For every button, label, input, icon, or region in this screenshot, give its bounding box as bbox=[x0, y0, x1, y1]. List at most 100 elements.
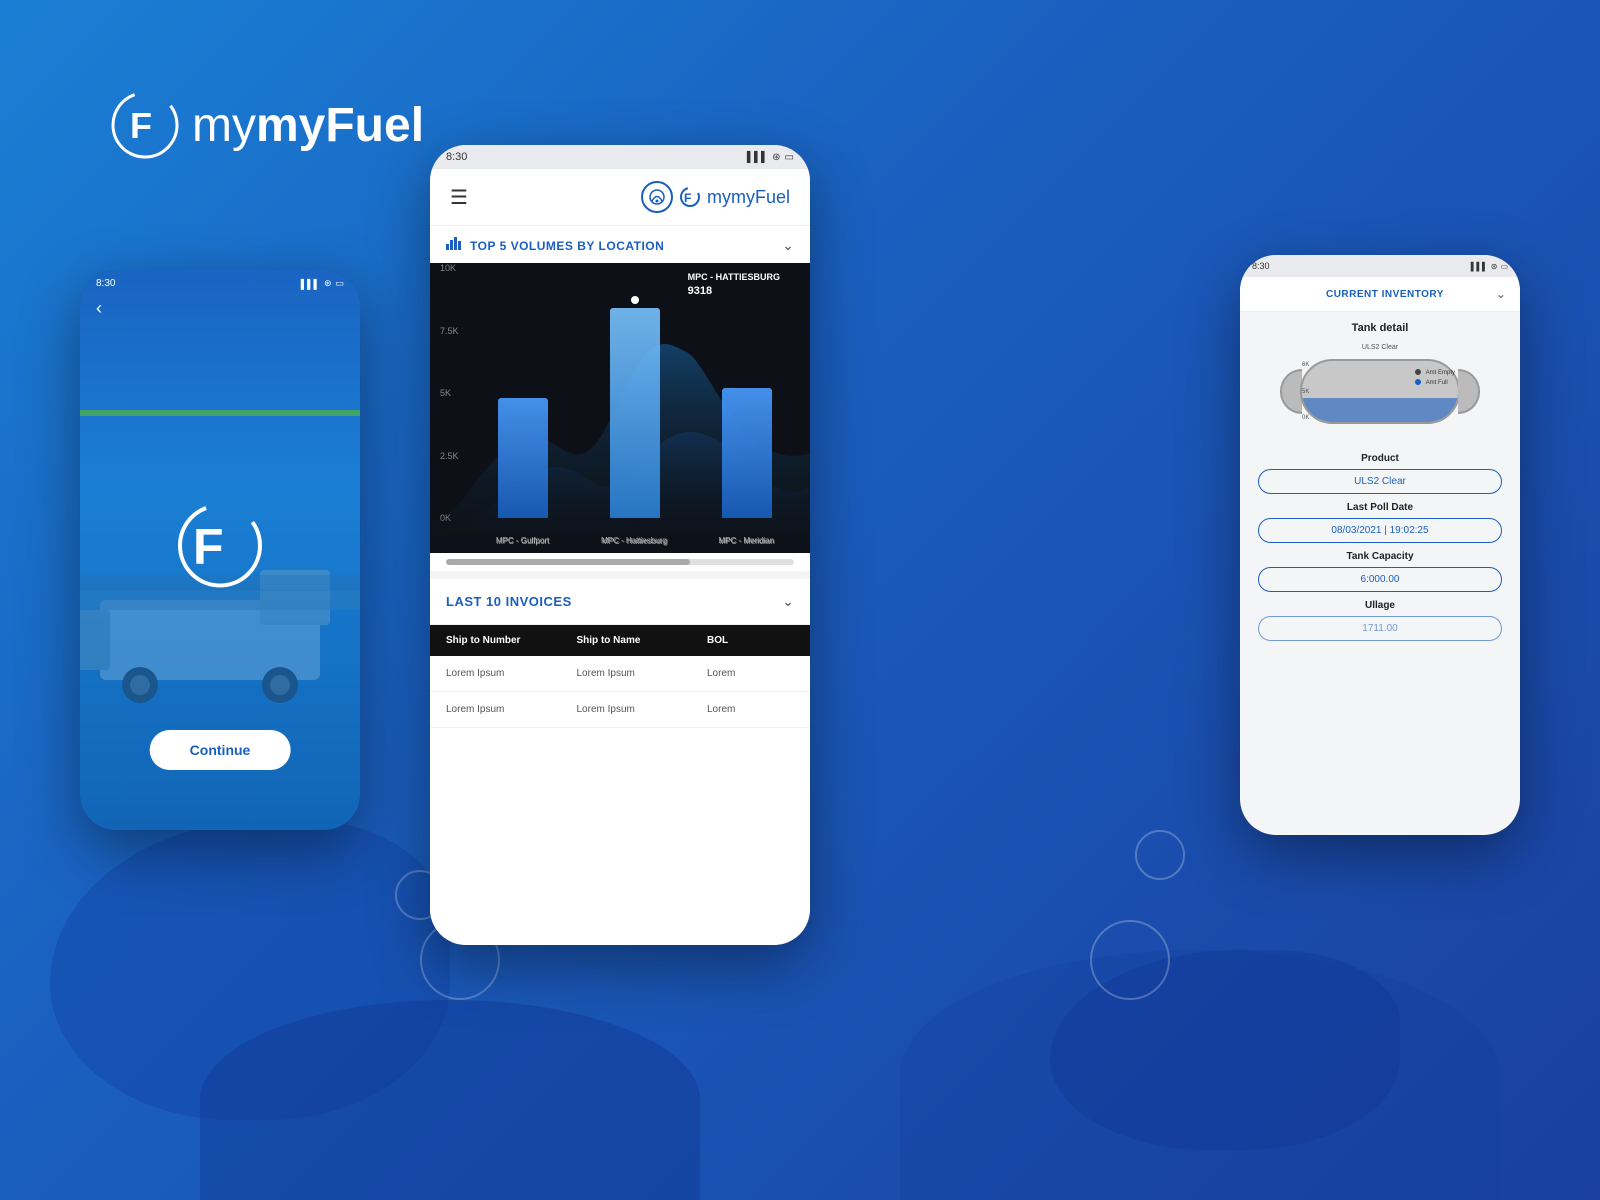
tank-legend: Amt Empty Amt Full bbox=[1415, 369, 1455, 388]
chart-scrollbar-thumb bbox=[446, 559, 690, 565]
left-phone-screen: 8:30 ▌▌▌ ⊛ ▭ ‹ bbox=[80, 270, 360, 830]
svg-text:F: F bbox=[193, 519, 224, 575]
product-value: ULS2 Clear bbox=[1258, 469, 1502, 494]
tank-capacity-label: Tank Capacity bbox=[1254, 551, 1506, 562]
center-logo-icon: F bbox=[679, 186, 701, 208]
bar-gulfport: MPC - Gulfport bbox=[498, 398, 548, 518]
wifi-icon: ⊛ bbox=[324, 278, 332, 289]
chart-bar-icon bbox=[446, 236, 462, 255]
row2-ship-name: Lorem Ipsum bbox=[577, 704, 708, 715]
invoices-chevron[interactable]: ⌄ bbox=[782, 593, 794, 610]
x-axis-labels: MPC - Gulfport MPC - Hattiesburg MPC - M… bbox=[470, 536, 800, 545]
chart-title: TOP 5 VOLUMES BY LOCATION bbox=[470, 239, 664, 253]
right-phone-screen: 8:30 ▌▌▌ ⊛ ▭ CURRENT INVENTORY ⌄ Tank de… bbox=[1240, 255, 1520, 835]
legend-full: Amt Full bbox=[1415, 379, 1455, 389]
chart-title-row: TOP 5 VOLUMES BY LOCATION bbox=[446, 236, 664, 255]
row2-bol: Lorem bbox=[707, 704, 794, 715]
signal-icon: ▌▌▌ bbox=[301, 279, 320, 289]
svg-text:F: F bbox=[130, 105, 152, 146]
continue-button[interactable]: Continue bbox=[150, 730, 291, 770]
inventory-chevron[interactable]: ⌄ bbox=[1496, 287, 1506, 301]
bar-chart-icon-svg bbox=[446, 236, 462, 250]
y-label-25k: 2.5K bbox=[440, 451, 459, 461]
legend-full-label: Amt Full bbox=[1426, 380, 1448, 386]
bar-gulfport-fill bbox=[498, 398, 548, 518]
row1-ship-num: Lorem Ipsum bbox=[446, 668, 577, 679]
tank-detail-label: Tank detail bbox=[1254, 322, 1506, 334]
right-status-bar: 8:30 ▌▌▌ ⊛ ▭ bbox=[1240, 255, 1520, 277]
tank-cap-left bbox=[1280, 369, 1302, 414]
right-signal-icon: ▌▌▌ bbox=[1471, 262, 1488, 271]
col-header-ship-num: Ship to Number bbox=[446, 635, 577, 646]
chart-bars: MPC - Gulfport MPC - Hattiesburg MPC - M… bbox=[470, 273, 800, 518]
center-phone: 8:30 ▌▌▌ ⊛ ▭ ☰ bbox=[430, 145, 810, 945]
ullage-label: Ullage bbox=[1254, 600, 1506, 611]
col-header-bol: BOL bbox=[707, 635, 794, 646]
tank-diagram: ULS2 Clear 6K 5K 0K Amt Empty bbox=[1280, 344, 1480, 439]
tank-gauge-labels: 6K 5K 0K bbox=[1302, 362, 1309, 421]
legend-empty-label: Amt Empty bbox=[1426, 370, 1455, 376]
bar-hattiesburg: MPC - Hattiesburg bbox=[610, 296, 660, 518]
bar-meridian: MPC - Meridian bbox=[722, 388, 772, 518]
gauge-icon[interactable] bbox=[641, 181, 673, 213]
green-stripe bbox=[80, 410, 360, 416]
last-poll-value: 08/03/2021 | 19:02:25 bbox=[1258, 518, 1502, 543]
left-time: 8:30 bbox=[96, 278, 115, 289]
product-label: Product bbox=[1254, 453, 1506, 464]
inventory-header-title: CURRENT INVENTORY bbox=[1326, 289, 1444, 300]
legend-full-dot bbox=[1415, 379, 1421, 385]
invoices-section: LAST 10 INVOICES ⌄ Ship to Number Ship t… bbox=[430, 579, 810, 945]
center-signal-icon: ▌▌▌ bbox=[747, 152, 768, 163]
chart-scrollbar[interactable] bbox=[446, 559, 794, 565]
inventory-header: CURRENT INVENTORY ⌄ bbox=[1240, 277, 1520, 312]
x-label-meridian: MPC - Meridian bbox=[719, 536, 775, 545]
x-label-gulfport: MPC - Gulfport bbox=[496, 536, 549, 545]
gauge-6k: 6K bbox=[1302, 362, 1309, 368]
last-poll-label: Last Poll Date bbox=[1254, 502, 1506, 513]
right-wifi-icon: ⊛ bbox=[1491, 262, 1498, 271]
y-label-10k: 10K bbox=[440, 263, 456, 273]
legend-empty: Amt Empty bbox=[1415, 369, 1455, 379]
center-wifi-icon: ⊛ bbox=[772, 152, 780, 163]
bar-hattiesburg-fill bbox=[610, 308, 660, 518]
invoices-table-header: Ship to Number Ship to Name BOL bbox=[430, 625, 810, 656]
logo-text: mymyFuel bbox=[192, 98, 424, 153]
right-phone: 8:30 ▌▌▌ ⊛ ▭ CURRENT INVENTORY ⌄ Tank de… bbox=[1240, 255, 1520, 835]
y-label-75k: 7.5K bbox=[440, 326, 459, 336]
y-label-0k: 0K bbox=[440, 513, 451, 523]
tank-fill-level bbox=[1302, 398, 1458, 422]
gauge-5k: 5K bbox=[1302, 389, 1309, 395]
left-phone: 8:30 ▌▌▌ ⊛ ▭ ‹ bbox=[80, 270, 360, 830]
gauge-svg bbox=[648, 188, 666, 206]
invoice-row-1: Lorem Ipsum Lorem Ipsum Lorem bbox=[430, 656, 810, 692]
ullage-value: 1711.00 bbox=[1258, 616, 1502, 641]
right-time: 8:30 bbox=[1252, 261, 1270, 271]
splash-logo: F bbox=[175, 501, 265, 591]
splash-logo-svg: F bbox=[175, 501, 265, 591]
row1-ship-name: Lorem Ipsum bbox=[577, 668, 708, 679]
row1-bol: Lorem bbox=[707, 668, 794, 679]
chart-header: TOP 5 VOLUMES BY LOCATION ⌄ bbox=[430, 226, 810, 263]
center-status-bar: 8:30 ▌▌▌ ⊛ ▭ bbox=[430, 145, 810, 169]
hamburger-menu[interactable]: ☰ bbox=[450, 185, 468, 210]
chart-chevron[interactable]: ⌄ bbox=[782, 237, 794, 254]
left-status-bar: 8:30 ▌▌▌ ⊛ ▭ bbox=[80, 278, 360, 289]
center-logo-text: mymyFuel bbox=[707, 187, 790, 208]
y-label-5k: 5K bbox=[440, 388, 451, 398]
invoices-header: LAST 10 INVOICES ⌄ bbox=[430, 579, 810, 625]
center-nav-logo: F mymyFuel bbox=[679, 186, 790, 208]
tooltip-dot bbox=[631, 296, 639, 304]
y-axis: 10K 7.5K 5K 2.5K 0K bbox=[440, 263, 459, 523]
tank-capacity-value: 6:000.00 bbox=[1258, 567, 1502, 592]
legend-empty-dot bbox=[1415, 369, 1421, 375]
center-time: 8:30 bbox=[446, 151, 467, 163]
chart-section: TOP 5 VOLUMES BY LOCATION ⌄ 10K 7.5K 5K … bbox=[430, 226, 810, 571]
logo-area: F mymyFuel bbox=[110, 90, 424, 160]
tank-product-label: ULS2 Clear bbox=[1362, 344, 1398, 351]
cf-logo-icon: F bbox=[110, 90, 180, 160]
bar-meridian-fill bbox=[722, 388, 772, 518]
center-phone-screen: 8:30 ▌▌▌ ⊛ ▭ ☰ bbox=[430, 145, 810, 945]
gauge-0k: 0K bbox=[1302, 415, 1309, 421]
back-button[interactable]: ‹ bbox=[96, 298, 102, 319]
row2-ship-num: Lorem Ipsum bbox=[446, 704, 577, 715]
